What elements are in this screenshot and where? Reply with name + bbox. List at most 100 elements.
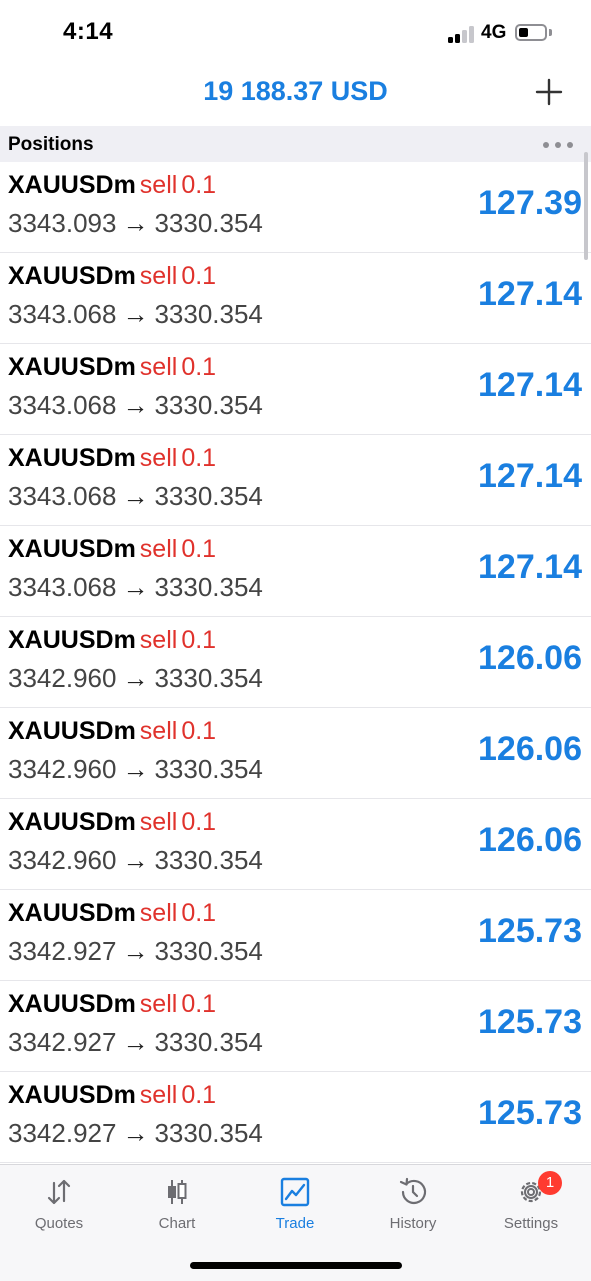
position-title: XAUUSDm sell 0.1 bbox=[8, 352, 216, 382]
positions-section-header: Positions bbox=[0, 126, 591, 162]
arrow-icon: → bbox=[122, 208, 149, 238]
side-label: sell bbox=[139, 353, 178, 381]
symbol-label: XAUUSDm bbox=[8, 717, 136, 745]
header: 19 188.37 USD bbox=[0, 66, 591, 126]
profit-value: 125.73 bbox=[478, 1003, 582, 1041]
profit-value: 125.73 bbox=[478, 912, 582, 950]
side-label: sell bbox=[139, 171, 178, 199]
arrow-icon: → bbox=[122, 481, 149, 511]
network-label: 4G bbox=[481, 22, 507, 43]
arrow-icon: → bbox=[122, 390, 149, 420]
side-label: sell bbox=[139, 717, 178, 745]
status-time: 4:14 bbox=[63, 18, 114, 45]
quotes-icon bbox=[47, 1179, 71, 1205]
position-row[interactable]: XAUUSDm sell 0.1 3343.093 → 3330.354 127.39 bbox=[0, 162, 591, 253]
position-prices: 3342.960 → 3330.354 bbox=[8, 754, 263, 784]
position-row[interactable]: XAUUSDm sell 0.1 3343.068 → 3330.354 127.14 bbox=[0, 253, 591, 344]
battery-icon bbox=[515, 24, 547, 41]
arrow-icon: → bbox=[122, 1118, 149, 1148]
more-icon[interactable] bbox=[543, 138, 575, 150]
profit-value: 127.14 bbox=[478, 457, 582, 495]
position-title: XAUUSDm sell 0.1 bbox=[8, 534, 216, 564]
home-indicator bbox=[190, 1262, 402, 1269]
side-label: sell bbox=[139, 899, 178, 927]
tab-label-quotes: Quotes bbox=[34, 1215, 84, 1232]
tab-label-chart: Chart bbox=[158, 1215, 196, 1232]
position-prices: 3343.068 → 3330.354 bbox=[8, 299, 263, 329]
position-prices: 3342.927 → 3330.354 bbox=[8, 1027, 263, 1057]
position-row[interactable]: XAUUSDm sell 0.1 3342.927 → 3330.354 125.73 bbox=[0, 1072, 591, 1163]
side-label: sell bbox=[139, 808, 178, 836]
arrow-icon: → bbox=[122, 845, 149, 875]
history-icon bbox=[399, 1177, 427, 1205]
position-row[interactable]: XAUUSDm sell 0.1 3342.960 → 3330.354 126.06 bbox=[0, 799, 591, 890]
position-prices: 3343.068 → 3330.354 bbox=[8, 481, 263, 511]
arrow-icon: → bbox=[122, 572, 149, 602]
position-prices: 3342.960 → 3330.354 bbox=[8, 845, 263, 875]
add-icon[interactable] bbox=[535, 78, 563, 106]
symbol-label: XAUUSDm bbox=[8, 171, 136, 199]
volume-label: 0.1 bbox=[181, 444, 217, 472]
volume-label: 0.1 bbox=[181, 808, 217, 836]
tab-label-trade: Trade bbox=[275, 1215, 315, 1232]
arrow-icon: → bbox=[122, 936, 149, 966]
symbol-label: XAUUSDm bbox=[8, 808, 136, 836]
open-price: 3343.093 bbox=[8, 208, 117, 238]
position-row[interactable]: XAUUSDm sell 0.1 3342.960 → 3330.354 126.06 bbox=[0, 617, 591, 708]
profit-value: 126.06 bbox=[478, 730, 582, 768]
symbol-label: XAUUSDm bbox=[8, 353, 136, 381]
symbol-label: XAUUSDm bbox=[8, 626, 136, 654]
chart-icon bbox=[168, 1180, 187, 1204]
symbol-label: XAUUSDm bbox=[8, 1081, 136, 1109]
position-title: XAUUSDm sell 0.1 bbox=[8, 261, 216, 291]
volume-label: 0.1 bbox=[181, 1081, 217, 1109]
position-prices: 3342.960 → 3330.354 bbox=[8, 663, 263, 693]
open-price: 3342.960 bbox=[8, 845, 117, 875]
symbol-label: XAUUSDm bbox=[8, 262, 136, 290]
volume-label: 0.1 bbox=[181, 353, 217, 381]
side-label: sell bbox=[139, 990, 178, 1018]
current-price: 3330.354 bbox=[154, 1027, 263, 1057]
tab-settings[interactable]: 1 Settings bbox=[472, 1165, 590, 1245]
position-row[interactable]: XAUUSDm sell 0.1 3342.927 → 3330.354 125.73 bbox=[0, 890, 591, 981]
profit-value: 127.14 bbox=[478, 548, 582, 586]
position-title: XAUUSDm sell 0.1 bbox=[8, 898, 216, 928]
position-row[interactable]: XAUUSDm sell 0.1 3343.068 → 3330.354 127.14 bbox=[0, 344, 591, 435]
open-price: 3343.068 bbox=[8, 390, 117, 420]
profit-value: 125.73 bbox=[478, 1094, 582, 1132]
position-row[interactable]: XAUUSDm sell 0.1 3343.068 → 3330.354 127.14 bbox=[0, 526, 591, 617]
current-price: 3330.354 bbox=[154, 481, 263, 511]
position-row[interactable]: XAUUSDm sell 0.1 3342.927 → 3330.354 125.73 bbox=[0, 981, 591, 1072]
tab-quotes[interactable]: Quotes bbox=[0, 1165, 118, 1245]
open-price: 3342.960 bbox=[8, 754, 117, 784]
position-row[interactable]: XAUUSDm sell 0.1 3342.960 → 3330.354 126.06 bbox=[0, 708, 591, 799]
position-prices: 3343.093 → 3330.354 bbox=[8, 208, 263, 238]
current-price: 3330.354 bbox=[154, 299, 263, 329]
account-balance: 19 188.37 USD bbox=[203, 76, 388, 106]
side-label: sell bbox=[139, 262, 178, 290]
current-price: 3330.354 bbox=[154, 1118, 263, 1148]
symbol-label: XAUUSDm bbox=[8, 990, 136, 1018]
tab-label-settings: Settings bbox=[503, 1215, 559, 1232]
current-price: 3330.354 bbox=[154, 936, 263, 966]
symbol-label: XAUUSDm bbox=[8, 899, 136, 927]
position-title: XAUUSDm sell 0.1 bbox=[8, 989, 216, 1019]
symbol-label: XAUUSDm bbox=[8, 535, 136, 563]
tab-history[interactable]: History bbox=[354, 1165, 472, 1245]
volume-label: 0.1 bbox=[181, 899, 217, 927]
current-price: 3330.354 bbox=[154, 208, 263, 238]
position-row[interactable]: XAUUSDm sell 0.1 3343.068 → 3330.354 127.14 bbox=[0, 435, 591, 526]
tab-trade[interactable]: Trade bbox=[236, 1165, 354, 1245]
section-title: Positions bbox=[8, 134, 94, 155]
position-title: XAUUSDm sell 0.1 bbox=[8, 716, 216, 746]
current-price: 3330.354 bbox=[154, 572, 263, 602]
volume-label: 0.1 bbox=[181, 535, 217, 563]
tab-chart[interactable]: Chart bbox=[118, 1165, 236, 1245]
side-label: sell bbox=[139, 626, 178, 654]
scrollbar[interactable] bbox=[584, 152, 588, 260]
position-prices: 3342.927 → 3330.354 bbox=[8, 1118, 263, 1148]
notification-badge: 1 bbox=[538, 1171, 562, 1195]
position-title: XAUUSDm sell 0.1 bbox=[8, 443, 216, 473]
arrow-icon: → bbox=[122, 663, 149, 693]
profit-value: 127.14 bbox=[478, 366, 582, 404]
